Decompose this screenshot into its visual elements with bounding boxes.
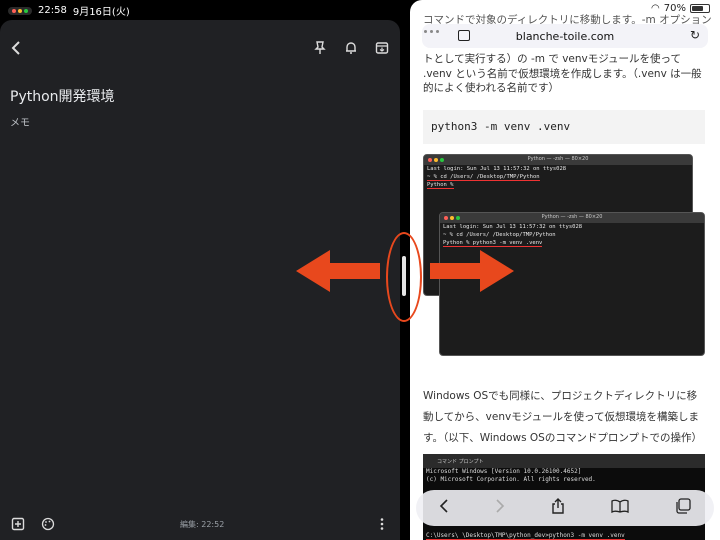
- article-text-line: 動してから、venvモジュールを使って仮想環境を構築しま: [423, 411, 699, 423]
- note-body[interactable]: メモ: [10, 114, 30, 129]
- reminder-icon[interactable]: [339, 36, 363, 60]
- cmd-title: コマンド プロンプト: [437, 459, 484, 465]
- terminal-line: Python % python3 -m venv .venv: [443, 240, 543, 247]
- article-text-line: Windows OSでも同様に、プロジェクトディレクトリに移: [423, 390, 698, 402]
- add-box-icon[interactable]: [6, 512, 30, 536]
- status-bar: 22:58 9月16日(火) ◠ 70%: [0, 0, 720, 20]
- terminal-line: Last login: Sun Jul 13 11:57:32 on ttys0…: [427, 166, 567, 172]
- wifi-icon: ◠: [651, 3, 660, 14]
- battery-icon: [690, 4, 710, 13]
- share-icon[interactable]: [551, 498, 565, 518]
- palette-icon[interactable]: [36, 512, 60, 536]
- code-block: python3 -m venv .venv: [423, 110, 705, 144]
- terminal-line: Last login: Sun Jul 13 11:57:32 on ttys0…: [443, 224, 583, 230]
- battery-percent: 70%: [663, 3, 686, 14]
- browser-toolbar: [416, 490, 714, 526]
- article-text-line: 的によく使われる名前です）: [423, 82, 559, 94]
- note-title[interactable]: Python開発環境: [10, 86, 115, 106]
- left-arrow-icon: [296, 250, 380, 292]
- terminal-title: Python — -zsh — 80×20: [527, 156, 589, 162]
- pin-icon[interactable]: [308, 36, 332, 60]
- back-icon[interactable]: [4, 36, 28, 60]
- reload-icon[interactable]: ↻: [690, 28, 700, 42]
- back-icon[interactable]: [439, 499, 449, 517]
- terminal-line: Python %: [427, 182, 454, 189]
- edited-timestamp: 編集: 22:52: [180, 520, 225, 529]
- bookmarks-icon[interactable]: [611, 499, 629, 517]
- more-icon[interactable]: [370, 512, 394, 536]
- article-text-line: す。（以下、Windows OSのコマンドプロンプトでの操作）: [423, 432, 703, 444]
- cmd-line: Microsoft Windows [Version 10.0.26100.46…: [426, 468, 582, 475]
- status-date: 9月16日(火): [72, 7, 130, 18]
- multitasking-dots-icon[interactable]: [8, 6, 32, 15]
- split-view-divider-handle[interactable]: [402, 256, 406, 296]
- tabs-icon[interactable]: [675, 498, 691, 518]
- cmd-line: C:\Users\ \Desktop\TMP\python_dev>python…: [426, 532, 625, 540]
- right-arrow-icon: [430, 250, 514, 292]
- terminal-line: ~ % cd /Users/ /Desktop/TMP/Python: [443, 232, 556, 238]
- forward-icon[interactable]: [495, 499, 505, 517]
- notes-toolbar: [0, 20, 400, 72]
- address-bar[interactable]: blanche-toile.com ↻: [422, 24, 708, 48]
- notes-bottom-bar: 編集: 22:52: [0, 510, 400, 540]
- terminal-line: ~ % cd /Users/ /Desktop/TMP/Python: [427, 174, 540, 181]
- archive-icon[interactable]: [370, 36, 394, 60]
- window-dots-icon[interactable]: [424, 30, 439, 33]
- status-time: 22:58: [38, 5, 67, 16]
- cmd-line: (c) Microsoft Corporation. All rights re…: [426, 476, 596, 483]
- tab-overview-icon[interactable]: [458, 30, 470, 41]
- url-text: blanche-toile.com: [515, 29, 615, 43]
- terminal-title: Python — -zsh — 80×20: [541, 214, 603, 220]
